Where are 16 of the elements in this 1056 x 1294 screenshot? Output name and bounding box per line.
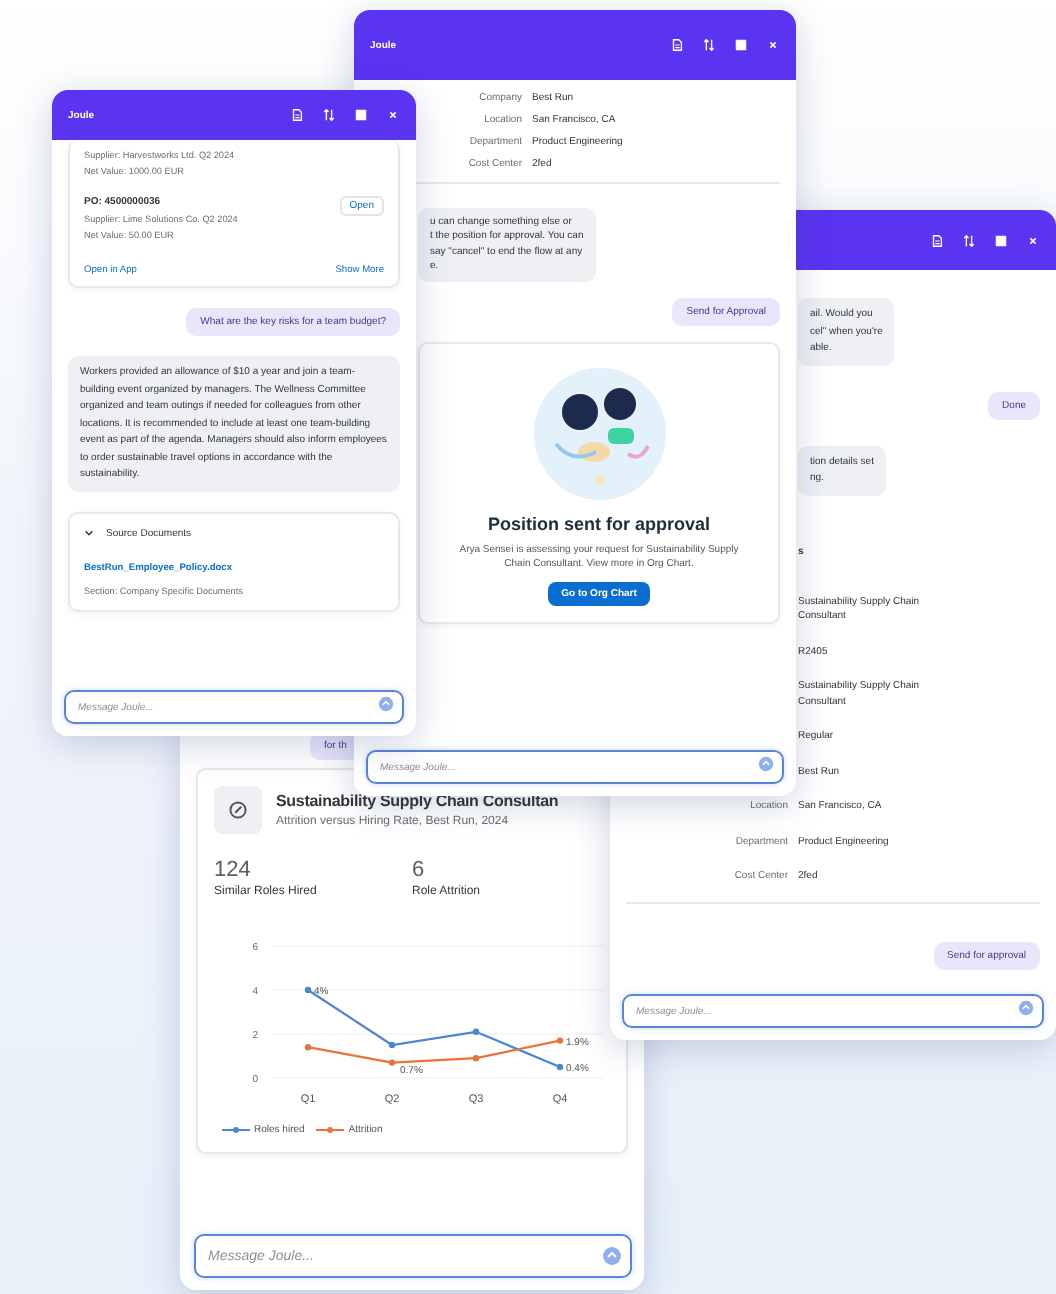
expand-icon[interactable] [994, 233, 1008, 247]
kpi-value: 124 [214, 858, 253, 882]
close-icon[interactable] [1026, 233, 1040, 247]
document-icon[interactable] [290, 108, 304, 122]
close-icon[interactable] [766, 38, 780, 52]
result-title: Position sent for approval [487, 514, 710, 534]
expand-icon[interactable] [354, 108, 368, 122]
close-icon[interactable] [386, 108, 400, 122]
kpi-value: 6 [412, 858, 427, 882]
expand-icon[interactable] [734, 38, 748, 52]
swap-icon[interactable] [702, 38, 716, 52]
document-icon[interactable] [930, 233, 944, 247]
swap-icon[interactable] [962, 233, 976, 247]
target-icon [214, 786, 262, 834]
swap-icon[interactable] [322, 108, 336, 122]
document-icon[interactable] [670, 38, 684, 52]
